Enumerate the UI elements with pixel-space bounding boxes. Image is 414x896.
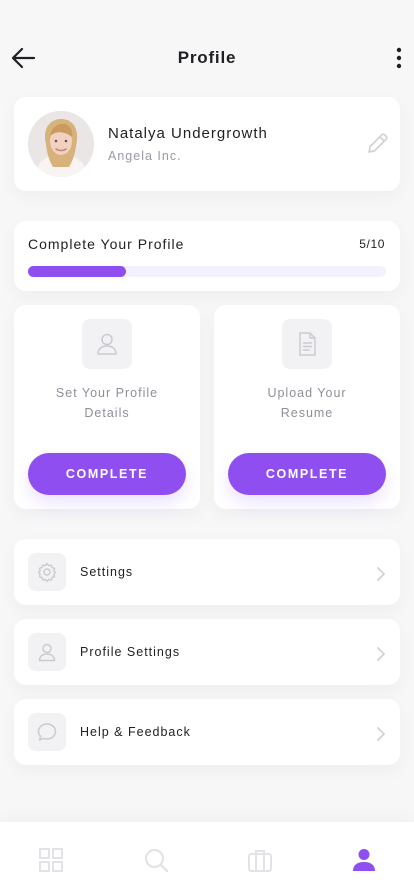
progress-count: 5/10	[359, 237, 385, 251]
chevron-right-icon	[377, 647, 385, 661]
menu-icon-container	[28, 633, 66, 671]
task-label: Upload Your Resume	[267, 386, 347, 420]
user-icon	[38, 643, 56, 662]
user-company: Angela Inc.	[108, 149, 182, 163]
task-card-upload-resume: Upload Your Resume COMPLETE	[214, 305, 400, 509]
gear-icon	[37, 562, 57, 583]
user-name: Natalya Undergrowth	[108, 125, 268, 142]
briefcase-icon[interactable]	[246, 846, 274, 874]
menu-label: Help & Feedback	[80, 725, 191, 739]
page-title: Profile	[177, 48, 237, 67]
menu-icon-container	[28, 713, 66, 751]
progress-bar-fill	[28, 266, 126, 277]
complete-upload-resume-button[interactable]: COMPLETE	[228, 453, 386, 495]
task-icon-container	[82, 319, 132, 369]
grid-icon[interactable]	[37, 846, 65, 874]
task-icon-container	[282, 319, 332, 369]
menu-label: Profile Settings	[80, 645, 181, 659]
menu-item-settings[interactable]: Settings	[14, 539, 400, 605]
menu-item-profile-settings[interactable]: Profile Settings	[14, 619, 400, 685]
menu-icon-container	[28, 553, 66, 591]
chevron-right-icon	[377, 567, 385, 581]
chevron-right-icon	[377, 727, 385, 741]
document-icon	[299, 332, 316, 356]
more-vertical-icon[interactable]	[394, 46, 404, 70]
profile-progress-card: Complete Your Profile 5/10	[14, 221, 400, 291]
complete-profile-details-button[interactable]: COMPLETE	[28, 453, 186, 495]
chat-bubble-icon	[37, 723, 57, 741]
task-label: Set Your Profile Details	[55, 386, 159, 420]
pencil-icon[interactable]	[364, 131, 390, 157]
user-icon	[97, 333, 117, 355]
bottom-navigation	[0, 822, 414, 896]
avatar[interactable]	[28, 111, 94, 177]
progress-title: Complete Your Profile	[28, 236, 185, 252]
menu-label: Settings	[80, 565, 134, 579]
avatar-photo	[28, 111, 94, 177]
task-card-profile-details: Set Your Profile Details COMPLETE	[14, 305, 200, 509]
search-icon[interactable]	[142, 846, 170, 874]
menu-item-help-feedback[interactable]: Help & Feedback	[14, 699, 400, 765]
progress-bar	[28, 266, 386, 277]
profile-card: Natalya Undergrowth Angela Inc.	[14, 97, 400, 191]
profile-icon[interactable]	[350, 846, 378, 874]
